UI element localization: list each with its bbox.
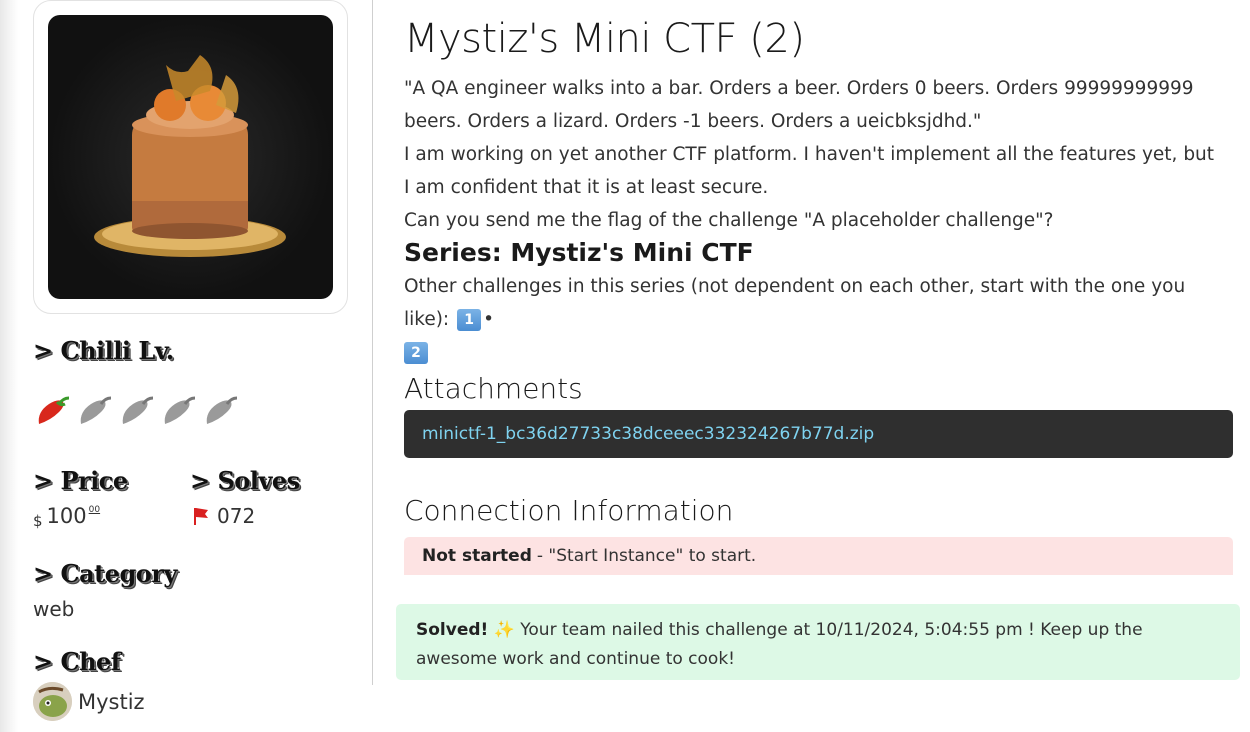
attachments-box: minictf-1_bc36d27733c38dceeec332324267b7… bbox=[404, 410, 1233, 458]
sidebar-divider bbox=[372, 0, 373, 685]
category-heading: > Category bbox=[33, 559, 177, 588]
chef-info[interactable]: Mystiz bbox=[33, 682, 145, 721]
solved-label: Solved! bbox=[416, 620, 489, 640]
attachments-heading: Attachments bbox=[404, 372, 583, 405]
chef-name[interactable]: Mystiz bbox=[78, 690, 145, 714]
series-challenge-1-link[interactable]: 1 bbox=[457, 309, 482, 331]
chilli-active-icon bbox=[38, 396, 70, 424]
solved-message: Your team nailed this challenge at 10/11… bbox=[416, 620, 1143, 669]
price-value: $ 100 00 bbox=[33, 504, 100, 530]
series-text: Other challenges in this series (not dep… bbox=[404, 276, 1186, 330]
attachment-download-link[interactable]: minictf-1_bc36d27733c38dceeec332324267b7… bbox=[422, 424, 874, 444]
category-value: web bbox=[33, 597, 75, 621]
connection-status: Not started bbox=[422, 546, 532, 566]
challenge-question: Can you send me the flag of the challeng… bbox=[404, 210, 1054, 231]
challenge-sidebar: > Chilli Lv. > Price $ 100 00 > Solves 0… bbox=[33, 0, 349, 732]
solves-count: 072 bbox=[217, 504, 256, 528]
series-separator: • bbox=[483, 309, 494, 330]
solved-banner: Solved! ✨ Your team nailed this challeng… bbox=[396, 604, 1240, 680]
series-links-paragraph: Other challenges in this series (not dep… bbox=[404, 270, 1224, 369]
challenge-description: I am working on yet another CTF platform… bbox=[404, 144, 1215, 198]
solves-value: 072 bbox=[193, 504, 255, 528]
chilli-inactive-icon bbox=[80, 396, 112, 424]
price-amount: 100 bbox=[46, 504, 87, 528]
challenge-quote: "A QA engineer walks into a bar. Orders … bbox=[404, 78, 1194, 132]
chilli-inactive-icon bbox=[164, 396, 196, 424]
window-edge-shadow bbox=[0, 0, 18, 732]
connection-hint: - "Start Instance" to start. bbox=[536, 546, 757, 566]
price-heading: > Price bbox=[33, 466, 128, 495]
chef-heading: > Chef bbox=[33, 647, 121, 676]
challenge-dessert-image bbox=[48, 15, 333, 299]
challenge-image-card bbox=[33, 0, 348, 314]
chilli-inactive-icon bbox=[122, 396, 154, 424]
challenge-title: Mystiz's Mini CTF (2) bbox=[404, 16, 805, 62]
chilli-inactive-icon bbox=[206, 396, 238, 424]
price-currency: $ bbox=[33, 512, 43, 530]
connection-status-box: Not started - "Start Instance" to start. bbox=[404, 537, 1233, 575]
connection-heading: Connection Information bbox=[404, 494, 734, 527]
chilli-level-rating bbox=[33, 394, 239, 428]
flag-icon bbox=[194, 508, 208, 525]
chilli-level-heading: > Chilli Lv. bbox=[33, 336, 174, 365]
chef-avatar bbox=[33, 682, 72, 721]
series-challenge-2-link[interactable]: 2 bbox=[404, 342, 428, 364]
series-heading: Series: Mystiz's Mini CTF bbox=[404, 238, 754, 267]
sparkles-icon: ✨ bbox=[493, 620, 515, 640]
solves-heading: > Solves bbox=[190, 466, 300, 495]
price-cents: 00 bbox=[88, 505, 101, 515]
